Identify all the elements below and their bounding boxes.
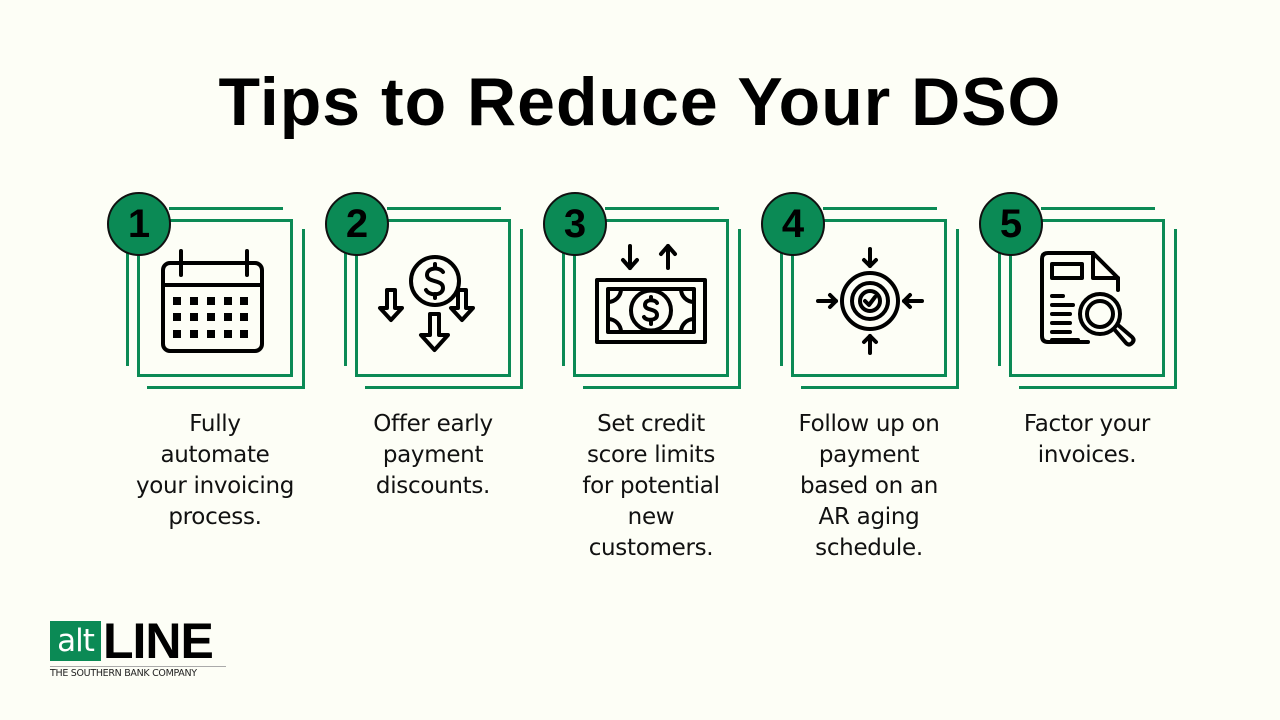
frame-line [169,207,283,210]
frame-line [823,207,937,210]
step-number-badge: 1 [107,192,171,256]
target-check-icon [816,247,924,355]
caption-line: Fully [189,411,241,437]
tip-caption: Set credit score limits for potential ne… [532,409,770,564]
step-number-badge: 3 [543,192,607,256]
altline-logo: alt LINE THE SOUTHERN BANK COMPANY [50,616,228,683]
frame-line [387,207,501,210]
caption-line: Offer early [373,411,493,437]
dollar-discount-arrows-icon [378,255,475,352]
banknote-arrows-icon [595,244,707,344]
caption-line: Set credit [597,411,705,437]
frame-line [365,386,523,389]
tip-card-2: 2 Offer early payment discounts. [324,190,542,570]
caption-line: new [627,504,675,530]
caption-line: Follow up on [798,411,940,437]
frame-line [344,252,347,366]
logo-divider [50,666,226,667]
caption-line: payment [382,442,484,468]
step-number-badge: 5 [979,192,1043,256]
tip-card-5: 5 Factor your invoices. [978,190,1196,570]
frame-line [998,252,1001,366]
tip-caption: Factor your invoices. [968,409,1206,471]
step-number-badge: 2 [325,192,389,256]
caption-line: payment [818,442,920,468]
frame-line [126,252,129,366]
logo-tagline: THE SOUTHERN BANK COMPANY [50,668,197,679]
frame-line [780,252,783,366]
caption-line: discounts. [375,473,491,499]
tip-card-3: 3 Set credit score limits for potential … [542,190,760,570]
caption-line: process. [168,504,262,530]
calendar-icon [161,249,264,353]
frame-line [605,207,719,210]
frame-line [302,229,305,389]
frame-line [147,386,305,389]
page-title: Tips to Reduce Your DSO [218,64,1062,140]
caption-line: AR aging [818,504,920,530]
frame-line [738,229,741,389]
tip-card-1: 1 Fully automate your invoicing process. [106,190,324,570]
caption-line: your invoicing [135,473,295,499]
document-search-icon [1040,251,1136,347]
tip-card-4: 4 Follow up on payment based on an AR ag… [760,190,978,570]
frame-line [801,386,959,389]
frame-line [1019,386,1177,389]
caption-line: Factor your [1023,411,1151,437]
tip-caption: Follow up on payment based on an AR agin… [750,409,988,564]
caption-line: for potential [582,473,720,499]
caption-line: customers. [588,535,714,561]
tip-caption: Offer early payment discounts. [314,409,552,502]
frame-line [956,229,959,389]
caption-line: schedule. [815,535,923,561]
caption-line: invoices. [1037,442,1137,468]
caption-line: based on an [799,473,939,499]
frame-line [1041,207,1155,210]
caption-line: score limits [586,442,716,468]
tip-caption: Fully automate your invoicing process. [96,409,334,533]
frame-line [562,252,565,366]
frame-line [520,229,523,389]
frame-line [583,386,741,389]
step-number-badge: 4 [761,192,825,256]
logo-alt-box: alt [50,621,101,661]
caption-line: automate [160,442,270,468]
logo-line-text: LINE [103,613,214,669]
frame-line [1174,229,1177,389]
